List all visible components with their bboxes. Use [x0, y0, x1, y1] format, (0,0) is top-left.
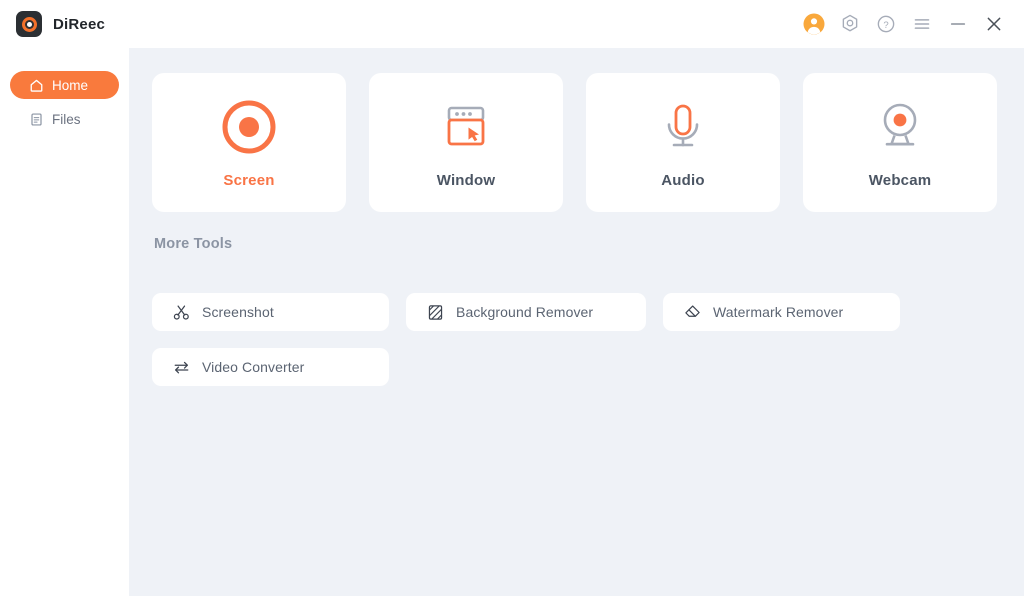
tool-button-background-remover[interactable]: Background Remover	[406, 293, 646, 331]
microphone-icon	[654, 96, 712, 158]
webcam-icon	[871, 96, 929, 158]
title-bar: DiReec ?	[0, 0, 1024, 48]
mode-card-screen[interactable]: Screen	[152, 73, 346, 212]
hamburger-menu-icon	[912, 14, 932, 34]
help-question-icon: ?	[876, 14, 896, 34]
tool-button-screenshot-label: Screenshot	[202, 304, 274, 320]
hatched-square-icon	[426, 303, 444, 321]
sidebar-item-home[interactable]: Home	[10, 71, 119, 99]
settings-button[interactable]	[832, 6, 868, 42]
main-content: Screen Window	[129, 48, 1024, 596]
record-circle-icon	[219, 96, 279, 158]
more-tools-heading: More Tools	[154, 236, 232, 252]
sidebar: Home Files	[0, 48, 129, 596]
account-avatar-button[interactable]	[796, 6, 832, 42]
more-tools-grid: Screenshot Background Remover	[152, 293, 952, 386]
swap-arrows-icon	[172, 358, 190, 376]
app-brand: DiReec	[16, 11, 105, 37]
help-button[interactable]: ?	[868, 6, 904, 42]
scissors-icon	[172, 303, 190, 321]
menu-button[interactable]	[904, 6, 940, 42]
tool-button-watermark-remover[interactable]: Watermark Remover	[663, 293, 900, 331]
mode-card-webcam[interactable]: Webcam	[803, 73, 997, 212]
home-icon	[28, 77, 44, 93]
mode-card-screen-label: Screen	[223, 172, 274, 189]
tool-button-video-converter-label: Video Converter	[202, 359, 304, 375]
sidebar-item-files-label: Files	[52, 112, 81, 127]
mode-card-window-label: Window	[437, 172, 496, 189]
mode-card-audio-label: Audio	[661, 172, 705, 189]
tool-button-screenshot[interactable]: Screenshot	[152, 293, 389, 331]
window-cursor-icon	[437, 96, 495, 158]
tool-button-video-converter[interactable]: Video Converter	[152, 348, 389, 386]
eraser-icon	[683, 303, 701, 321]
tool-button-background-remover-label: Background Remover	[456, 304, 593, 320]
app-title: DiReec	[53, 16, 105, 33]
files-document-icon	[28, 111, 44, 127]
gear-hex-icon	[840, 14, 860, 34]
sidebar-item-files[interactable]: Files	[10, 105, 119, 133]
recording-mode-cards: Screen Window	[152, 73, 997, 212]
window-controls: ?	[796, 0, 1012, 48]
mode-card-audio[interactable]: Audio	[586, 73, 780, 212]
sidebar-item-home-label: Home	[52, 78, 88, 93]
svg-text:?: ?	[883, 20, 888, 31]
minimize-icon	[948, 14, 968, 34]
mode-card-webcam-label: Webcam	[869, 172, 932, 189]
close-icon	[984, 14, 1004, 34]
close-button[interactable]	[976, 6, 1012, 42]
mode-card-window[interactable]: Window	[369, 73, 563, 212]
record-logo-icon	[16, 11, 42, 37]
user-avatar-icon	[803, 13, 825, 35]
tool-button-watermark-remover-label: Watermark Remover	[713, 304, 843, 320]
minimize-button[interactable]	[940, 6, 976, 42]
